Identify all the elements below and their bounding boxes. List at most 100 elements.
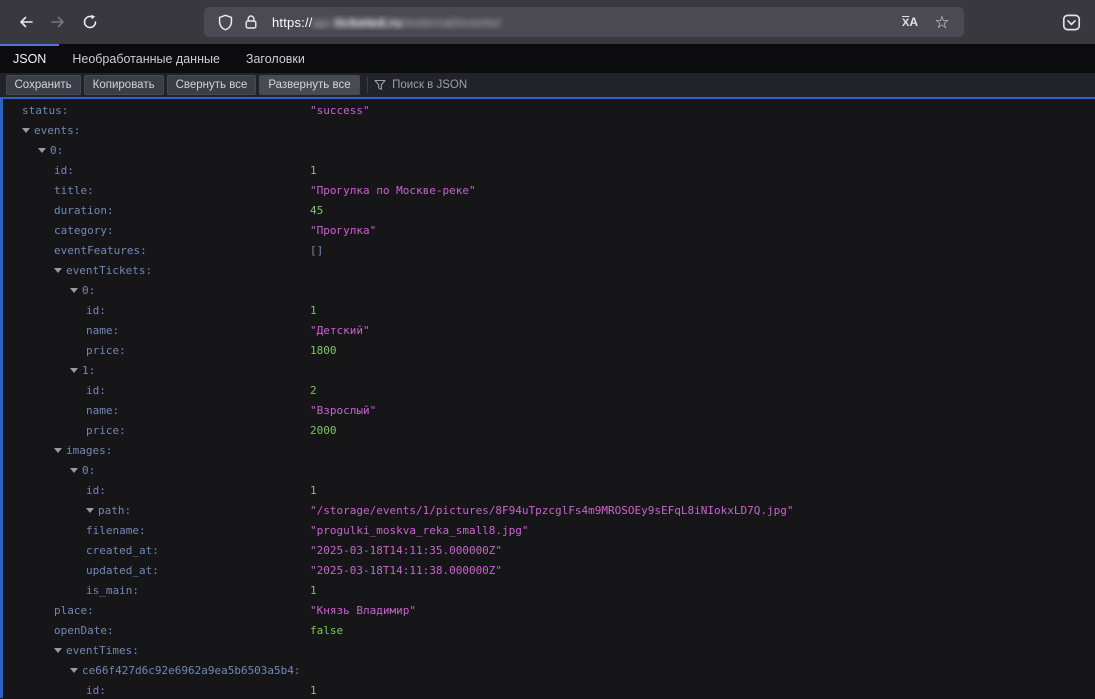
- back-button[interactable]: [10, 8, 42, 36]
- json-value: "Прогулка": [310, 221, 376, 241]
- expand-toggle-icon[interactable]: [70, 668, 78, 673]
- json-key: id:: [86, 484, 106, 497]
- expand-toggle-icon[interactable]: [70, 288, 78, 293]
- json-value: 1: [310, 681, 317, 698]
- json-row: images:: [3, 441, 1095, 461]
- copy-button[interactable]: Копировать: [84, 75, 164, 95]
- browser-toolbar: https://api.ticketed.ru/external/events/…: [0, 0, 1095, 44]
- json-row: price:2000: [3, 421, 1095, 441]
- expand-toggle-icon[interactable]: [54, 268, 62, 273]
- expand-toggle-icon[interactable]: [86, 508, 94, 513]
- json-value: 1: [310, 161, 317, 181]
- json-value: "Детский": [310, 321, 370, 341]
- tab-json-label: JSON: [13, 52, 46, 66]
- json-value: "/storage/events/1/pictures/8F94uTpzcglF…: [310, 501, 793, 521]
- json-key: images:: [66, 444, 112, 457]
- expand-toggle-icon[interactable]: [38, 148, 46, 153]
- expand-toggle-icon[interactable]: [70, 468, 78, 473]
- url-bar[interactable]: https://api.ticketed.ru/external/events/…: [204, 7, 964, 37]
- forward-button[interactable]: [42, 8, 74, 36]
- toolbar-divider: [367, 77, 368, 93]
- json-key: id:: [86, 304, 106, 317]
- json-key: 1:: [82, 364, 95, 377]
- forward-arrow-icon: [50, 14, 66, 30]
- expand-toggle-icon[interactable]: [54, 648, 62, 653]
- json-value: 1: [310, 481, 317, 501]
- json-value: 2000: [310, 421, 337, 441]
- json-key: ce66f427d6c92e6962a9ea5b6503a5b4:: [82, 664, 301, 677]
- json-row: openDate:false: [3, 621, 1095, 641]
- tab-rawdata[interactable]: Необработанные данные: [59, 44, 233, 73]
- pocket-extension-icon[interactable]: [1057, 9, 1085, 35]
- json-key: id:: [86, 384, 106, 397]
- expand-toggle-icon[interactable]: [22, 128, 30, 133]
- bookmark-star-icon[interactable]: ☆: [928, 9, 956, 35]
- json-row: 0:: [3, 281, 1095, 301]
- json-row: 0:: [3, 141, 1095, 161]
- json-key: eventTimes:: [66, 644, 139, 657]
- translate-icon[interactable]: XA: [896, 9, 924, 35]
- reload-button[interactable]: [74, 8, 106, 36]
- json-row: place:"Князь Владимир": [3, 601, 1095, 621]
- json-key: name:: [86, 324, 119, 337]
- json-row: 1:: [3, 361, 1095, 381]
- lock-icon[interactable]: [238, 9, 264, 35]
- url-domain: ticketed.ru: [334, 15, 402, 30]
- json-value: "success": [310, 101, 370, 121]
- json-value: 45: [310, 201, 323, 221]
- json-search-input[interactable]: [392, 79, 612, 91]
- json-key: price:: [86, 344, 126, 357]
- url-protocol: https://: [272, 15, 313, 30]
- collapse-all-button[interactable]: Свернуть все: [167, 75, 257, 95]
- json-row: id: 1: [3, 161, 1095, 181]
- json-row: path: "/storage/events/1/pictures/8F94uTp…: [3, 501, 1095, 521]
- json-row: eventFeatures: []: [3, 241, 1095, 261]
- json-key: is_main:: [86, 584, 139, 597]
- json-row: created_at:"2025-03-18T14:11:35.000000Z": [3, 541, 1095, 561]
- tab-json[interactable]: JSON: [0, 44, 59, 73]
- json-row: id: 1: [3, 301, 1095, 321]
- json-row: id: 1: [3, 681, 1095, 698]
- json-row: eventTickets:: [3, 261, 1095, 281]
- json-key: id:: [54, 164, 74, 177]
- json-key: name:: [86, 404, 119, 417]
- expand-toggle-icon[interactable]: [54, 448, 62, 453]
- json-command-toolbar: Сохранить Копировать Свернуть все Развер…: [0, 73, 1095, 97]
- url-path: /external/events/: [402, 15, 501, 30]
- json-row: category:"Прогулка": [3, 221, 1095, 241]
- json-value: 1: [310, 301, 317, 321]
- expand-toggle-icon[interactable]: [70, 368, 78, 373]
- tab-headers-label: Заголовки: [246, 52, 305, 66]
- reload-icon: [82, 14, 98, 30]
- json-value: []: [310, 241, 323, 261]
- json-value: false: [310, 621, 343, 641]
- json-value: 1800: [310, 341, 337, 361]
- json-value: "2025-03-18T14:11:38.000000Z": [310, 561, 502, 581]
- url-subdomain: api.: [313, 15, 335, 30]
- json-row: status:"success": [3, 101, 1095, 121]
- tab-headers[interactable]: Заголовки: [233, 44, 318, 73]
- expand-all-button[interactable]: Развернуть все: [259, 75, 359, 95]
- json-key: duration:: [54, 204, 114, 217]
- json-value: "Прогулка по Москве-реке": [310, 181, 476, 201]
- json-value: "2025-03-18T14:11:35.000000Z": [310, 541, 502, 561]
- json-key: 0:: [82, 284, 95, 297]
- json-value: "progulki_moskva_reka_small8.jpg": [310, 521, 529, 541]
- json-value: 2: [310, 381, 317, 401]
- json-key: 0:: [50, 144, 63, 157]
- tracking-protection-shield-icon[interactable]: [212, 9, 238, 35]
- save-button[interactable]: Сохранить: [6, 75, 81, 95]
- json-key: title:: [54, 184, 94, 197]
- json-tree-panel[interactable]: status:"success"events:0:id:1title:"Прог…: [0, 97, 1095, 698]
- jsonview-tabbar: JSON Необработанные данные Заголовки: [0, 44, 1095, 73]
- json-key: id:: [86, 684, 106, 697]
- json-row: ce66f427d6c92e6962a9ea5b6503a5b4:: [3, 661, 1095, 681]
- json-row: eventTimes:: [3, 641, 1095, 661]
- tab-rawdata-label: Необработанные данные: [72, 52, 220, 66]
- json-row: filename:"progulki_moskva_reka_small8.jp…: [3, 521, 1095, 541]
- json-value: "Взрослый": [310, 401, 376, 421]
- json-value: "Князь Владимир": [310, 601, 416, 621]
- json-key: eventTickets:: [66, 264, 152, 277]
- json-key: path:: [98, 504, 131, 517]
- json-key: eventFeatures:: [54, 244, 147, 257]
